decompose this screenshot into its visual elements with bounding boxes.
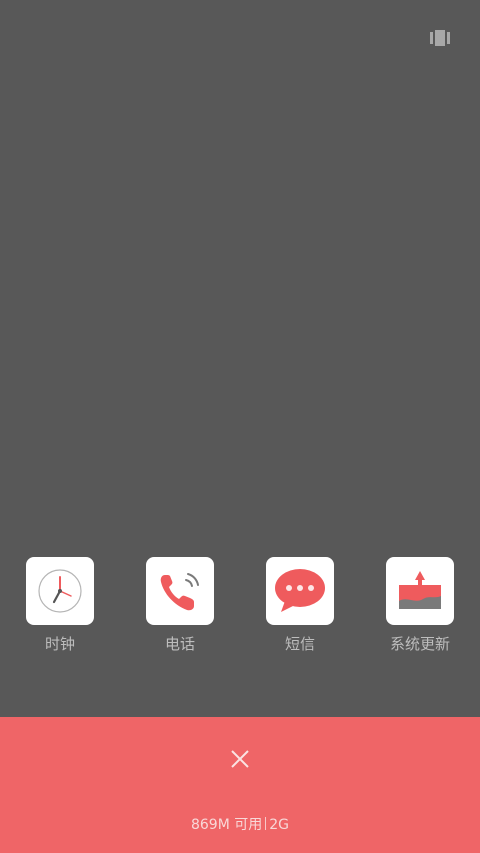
app-messages[interactable]: 短信 xyxy=(240,557,360,653)
phone-icon xyxy=(160,573,199,611)
recent-apps-row: 时钟 电话 短信 系统更新 xyxy=(0,557,480,667)
app-label: 时钟 xyxy=(44,635,75,653)
clock-icon xyxy=(38,569,82,613)
app-phone[interactable]: 电话 xyxy=(120,557,240,653)
divider xyxy=(265,817,267,830)
close-icon xyxy=(231,750,249,768)
app-label: 系统更新 xyxy=(389,635,450,653)
app-clock[interactable]: 时钟 xyxy=(0,557,120,653)
recent-apps-screen: 时钟 电话 短信 系统更新 869M 可用 2G xyxy=(0,0,480,853)
memory-total: 2G xyxy=(269,817,290,833)
memory-available: 869M 可用 xyxy=(190,817,263,833)
app-label: 短信 xyxy=(284,635,315,653)
memory-status: 869M 可用 2G xyxy=(0,816,480,834)
task-view-toggle-button[interactable] xyxy=(428,28,452,48)
app-system-update[interactable]: 系统更新 xyxy=(360,557,480,653)
task-view-toggle-icon xyxy=(430,30,450,46)
system-update-icon xyxy=(399,571,441,609)
app-label: 电话 xyxy=(164,635,195,653)
clear-all-button[interactable] xyxy=(220,739,260,779)
bottom-panel: 869M 可用 2G xyxy=(0,717,480,853)
message-icon xyxy=(275,569,325,612)
